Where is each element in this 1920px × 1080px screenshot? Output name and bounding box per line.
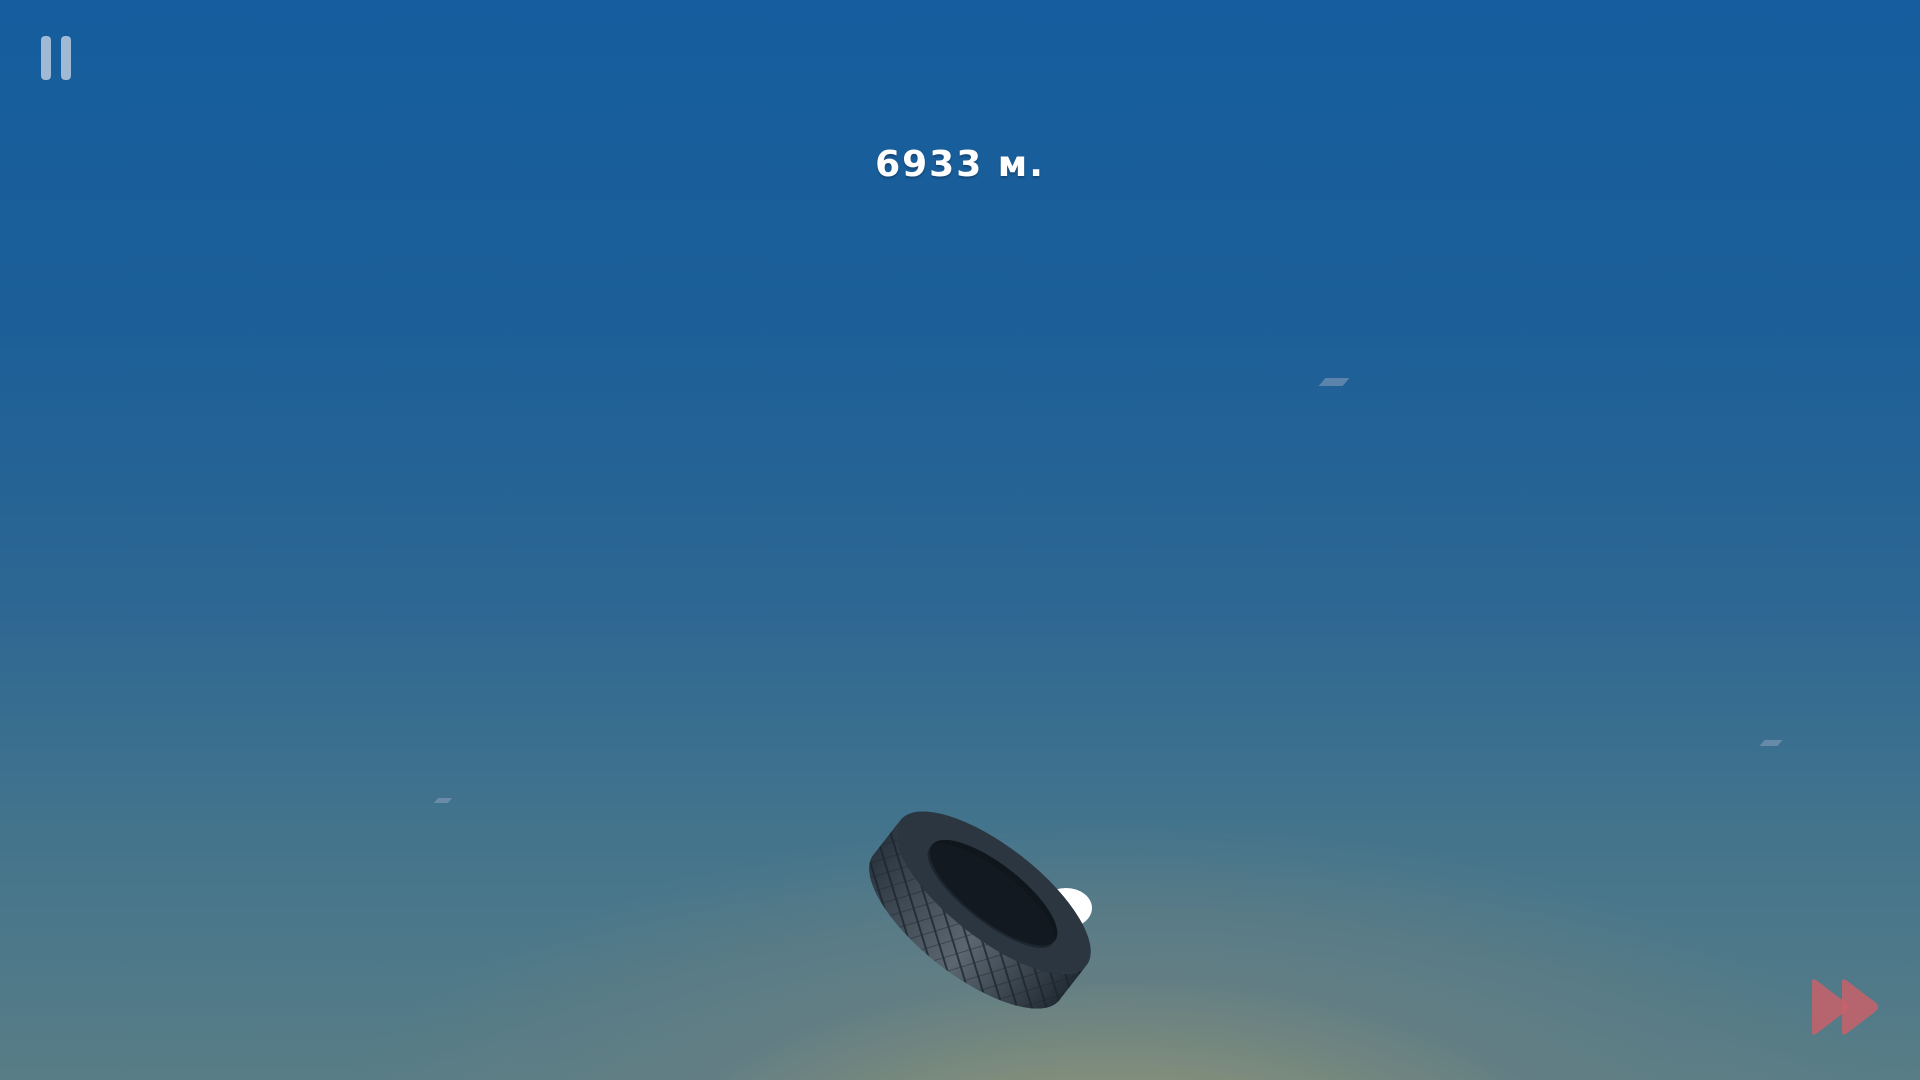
debris-fragment <box>1759 740 1783 746</box>
falling-tire <box>869 811 1092 1009</box>
pause-icon-bar-left <box>41 36 51 80</box>
distance-counter: 6933 м. <box>875 144 1045 185</box>
pause-icon-bar-right <box>61 36 71 80</box>
fast-forward-button[interactable] <box>1808 976 1884 1038</box>
pause-button[interactable] <box>38 34 78 82</box>
game-scene: 6933 м. <box>0 0 1920 1080</box>
debris-fragment <box>1318 378 1350 386</box>
debris-fragment <box>433 798 453 803</box>
fast-forward-icon <box>1812 979 1878 1035</box>
